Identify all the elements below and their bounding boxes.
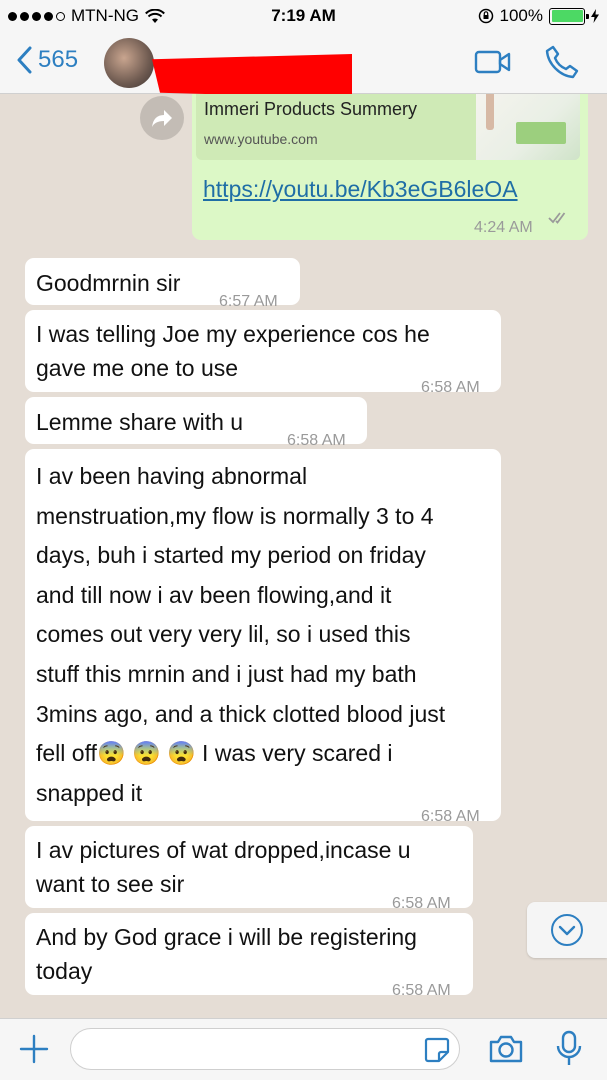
sticker-icon[interactable] [424, 1037, 450, 1063]
message-line: and till now i av been flowing,and it [36, 581, 392, 608]
incoming-message[interactable]: Goodmrnin sir 6:57 AM [25, 258, 300, 310]
incoming-message[interactable]: Lemme share with u 6:58 AM [25, 397, 367, 449]
message-line: I av pictures of wat dropped,incase u [36, 837, 411, 863]
chevron-left-icon [17, 46, 32, 74]
message-fragment: fell off [36, 740, 97, 767]
orientation-lock-icon [478, 8, 493, 24]
forward-button[interactable] [140, 96, 184, 140]
forward-arrow-icon [152, 110, 172, 127]
message-line: And by God grace i will be registering [36, 924, 417, 950]
chat-header: 565 [0, 32, 607, 98]
message-line: 3mins ago, and a thick clotted blood jus… [36, 700, 446, 727]
incoming-message[interactable]: I av pictures of wat dropped,incase u wa… [25, 826, 473, 912]
incoming-message[interactable]: And by God grace i will be registering t… [25, 913, 473, 999]
message-text: I av been having abnormal menstruation,m… [25, 449, 501, 813]
back-button[interactable]: 565 [16, 46, 78, 74]
message-fragment: I was very scared i [202, 740, 393, 767]
outgoing-link-message[interactable]: Immeri Products Summery www.youtube.com … [192, 94, 588, 240]
incoming-message[interactable]: I was telling Joe my experience cos he g… [25, 310, 501, 396]
message-line: stuff this mrnin and i just had my bath [36, 660, 417, 687]
message-time: 6:58 AM [392, 982, 451, 999]
plus-icon[interactable] [18, 1033, 50, 1065]
message-line: days, buh i started my period on friday [36, 542, 426, 569]
camera-icon[interactable] [488, 1034, 524, 1064]
message-line: menstruation,my flow is normally 3 to 4 [36, 502, 434, 529]
double-check-icon [548, 212, 566, 224]
message-time: 6:58 AM [421, 379, 480, 396]
youtube-link[interactable]: https://youtu.be/Kb3eGB6leOA [203, 170, 518, 209]
link-preview-thumbnail [476, 94, 580, 160]
redacted-contact-name [152, 54, 352, 98]
message-line: I was telling Joe my experience cos he [36, 321, 430, 347]
fearful-face-emoji: 😨 [167, 740, 196, 767]
link-preview-domain: www.youtube.com [204, 131, 318, 147]
microphone-icon[interactable] [556, 1030, 582, 1068]
incoming-message[interactable]: I av been having abnormal menstruation,m… [25, 449, 501, 825]
scroll-to-bottom-button[interactable] [527, 902, 607, 958]
message-line: fell off😨 😨 😨 I was very scared i [36, 734, 491, 774]
message-line: I av been having abnormal [36, 463, 308, 489]
fearful-face-emoji: 😨 [96, 740, 126, 767]
composer-bar [0, 1018, 607, 1080]
video-camera-icon[interactable] [474, 48, 512, 76]
battery-icon [549, 7, 589, 25]
charging-icon [591, 9, 599, 23]
status-bar: MTN-NG 7:19 AM 100% [0, 0, 607, 32]
battery-info: 100% [478, 6, 599, 26]
contact-avatar[interactable] [104, 38, 154, 88]
message-input[interactable] [70, 1028, 460, 1070]
phone-icon[interactable] [544, 44, 580, 80]
message-line: comes out very very lil, so i used this [36, 621, 411, 648]
fearful-face-emoji: 😨 [131, 740, 161, 767]
battery-percent: 100% [499, 6, 543, 25]
message-time: 4:24 AM [474, 219, 533, 236]
chat-area[interactable]: Immeri Products Summery www.youtube.com … [0, 94, 607, 1018]
link-preview-card[interactable]: Immeri Products Summery www.youtube.com [196, 94, 580, 160]
unread-count: 565 [38, 46, 79, 73]
chevron-down-icon [551, 914, 583, 946]
